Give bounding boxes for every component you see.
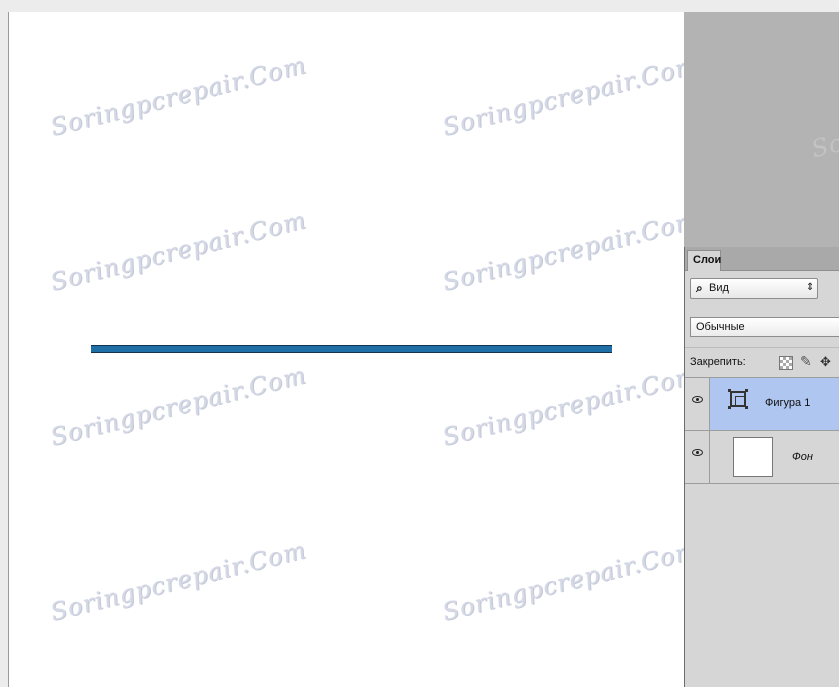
watermark: Soringpcrepair.Com [47,50,310,142]
layer-row[interactable]: Фон [685,431,839,484]
visibility-toggle[interactable] [685,431,710,483]
watermark: Soringpcrepair.Com [808,72,839,164]
layers-panel: Слои ⌕ Вид ⇕ Обычные Закрепить: ✎ ✥ Фигу… [684,247,839,687]
blend-mode-select[interactable]: Обычные [690,317,839,337]
eye-icon [692,449,703,456]
layer-name: Фигура 1 [765,397,811,409]
visibility-toggle[interactable] [685,378,710,430]
watermark: Soringpcrepair.Com [47,205,310,297]
tab-layers[interactable]: Слои [687,250,721,271]
brush-icon[interactable]: ✎ [800,353,812,370]
updown-arrows-icon: ⇕ [806,282,815,293]
panel-tabbar: Слои [685,247,839,271]
filter-select[interactable]: ⌕ Вид ⇕ [690,278,818,299]
lock-row: Закрепить: ✎ ✥ [685,347,839,378]
move-icon[interactable]: ✥ [820,354,831,370]
watermark: Soringpcrepair.Com [439,205,684,297]
layer-name: Фон [792,451,813,463]
filter-label: Вид [709,282,729,294]
shape-layer-icon [727,388,751,414]
line-shape[interactable] [91,345,612,353]
watermark: Soringpcrepair.Com [439,50,684,142]
watermark: Soringpcrepair.Com [47,535,310,627]
layer-row[interactable]: Фигура 1 [685,378,839,431]
lock-transparency-icon[interactable] [779,356,793,370]
document-canvas[interactable]: Soringpcrepair.Com Soringpcrepair.Com So… [8,12,684,687]
layer-thumbnail [733,437,773,477]
lock-label: Закрепить: [690,356,746,368]
watermark: Soringpcrepair.Com [439,535,684,627]
watermark: Soringpcrepair.Com [47,360,310,452]
watermark: Soringpcrepair.Com [439,360,684,452]
search-icon: ⌕ [696,281,703,295]
eye-icon [692,396,703,403]
